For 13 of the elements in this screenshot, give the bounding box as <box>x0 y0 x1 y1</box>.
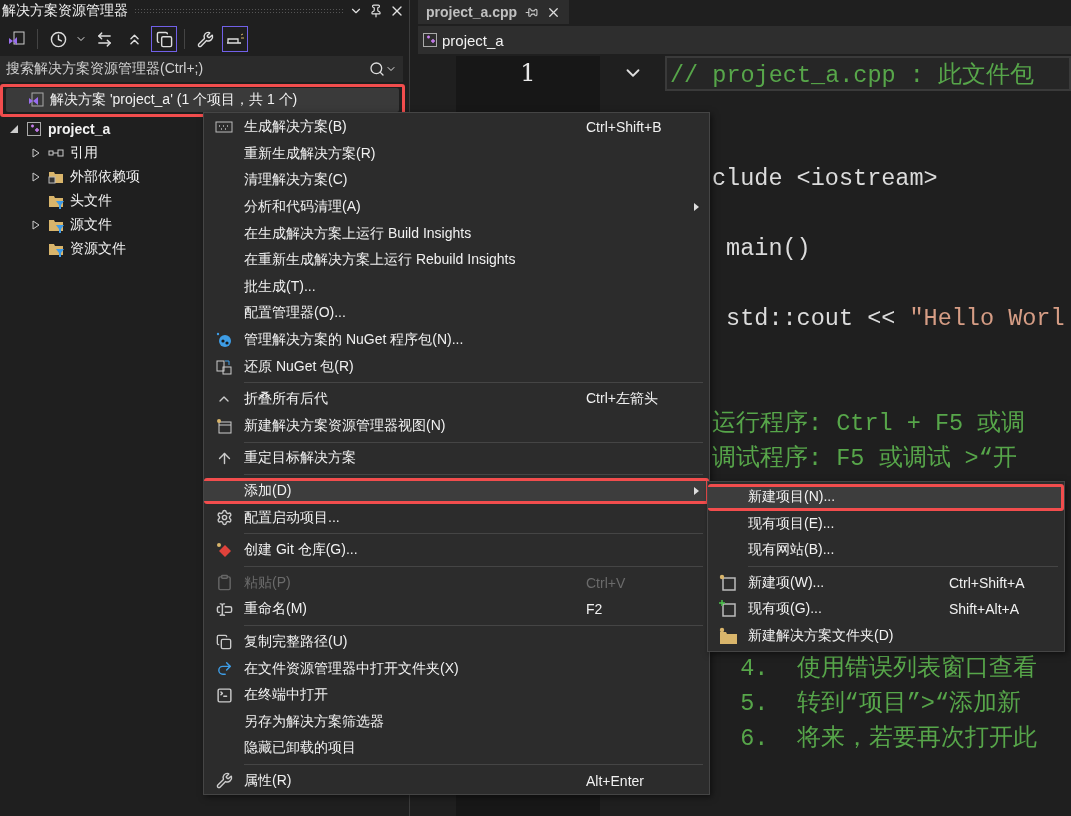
code-comment: 4. 使用错误列表窗口查看 <box>739 655 1037 682</box>
code-comment: 6. 将来，若要再次打开此 <box>739 725 1037 752</box>
code-text: clude <iostream> <box>712 165 938 192</box>
code-comment: 运行程序: Ctrl + F5 或调 <box>712 410 1026 437</box>
code-comment: 调试程序: F5 或调试 >“开 <box>712 445 1017 472</box>
line-number: 1 <box>520 58 536 89</box>
code-comment: 5. 转到“项目”>“添加新 <box>739 690 1022 717</box>
project-label: project_a <box>442 31 504 49</box>
code-text: main() <box>725 235 811 262</box>
code-comment: // project_a.cpp : 此文件包 <box>670 62 1034 89</box>
panel-title: 解决方案资源管理器 <box>2 2 128 20</box>
string-literal: "Hello Worl <box>909 305 1065 332</box>
code-text: std::cout << <box>725 305 897 332</box>
